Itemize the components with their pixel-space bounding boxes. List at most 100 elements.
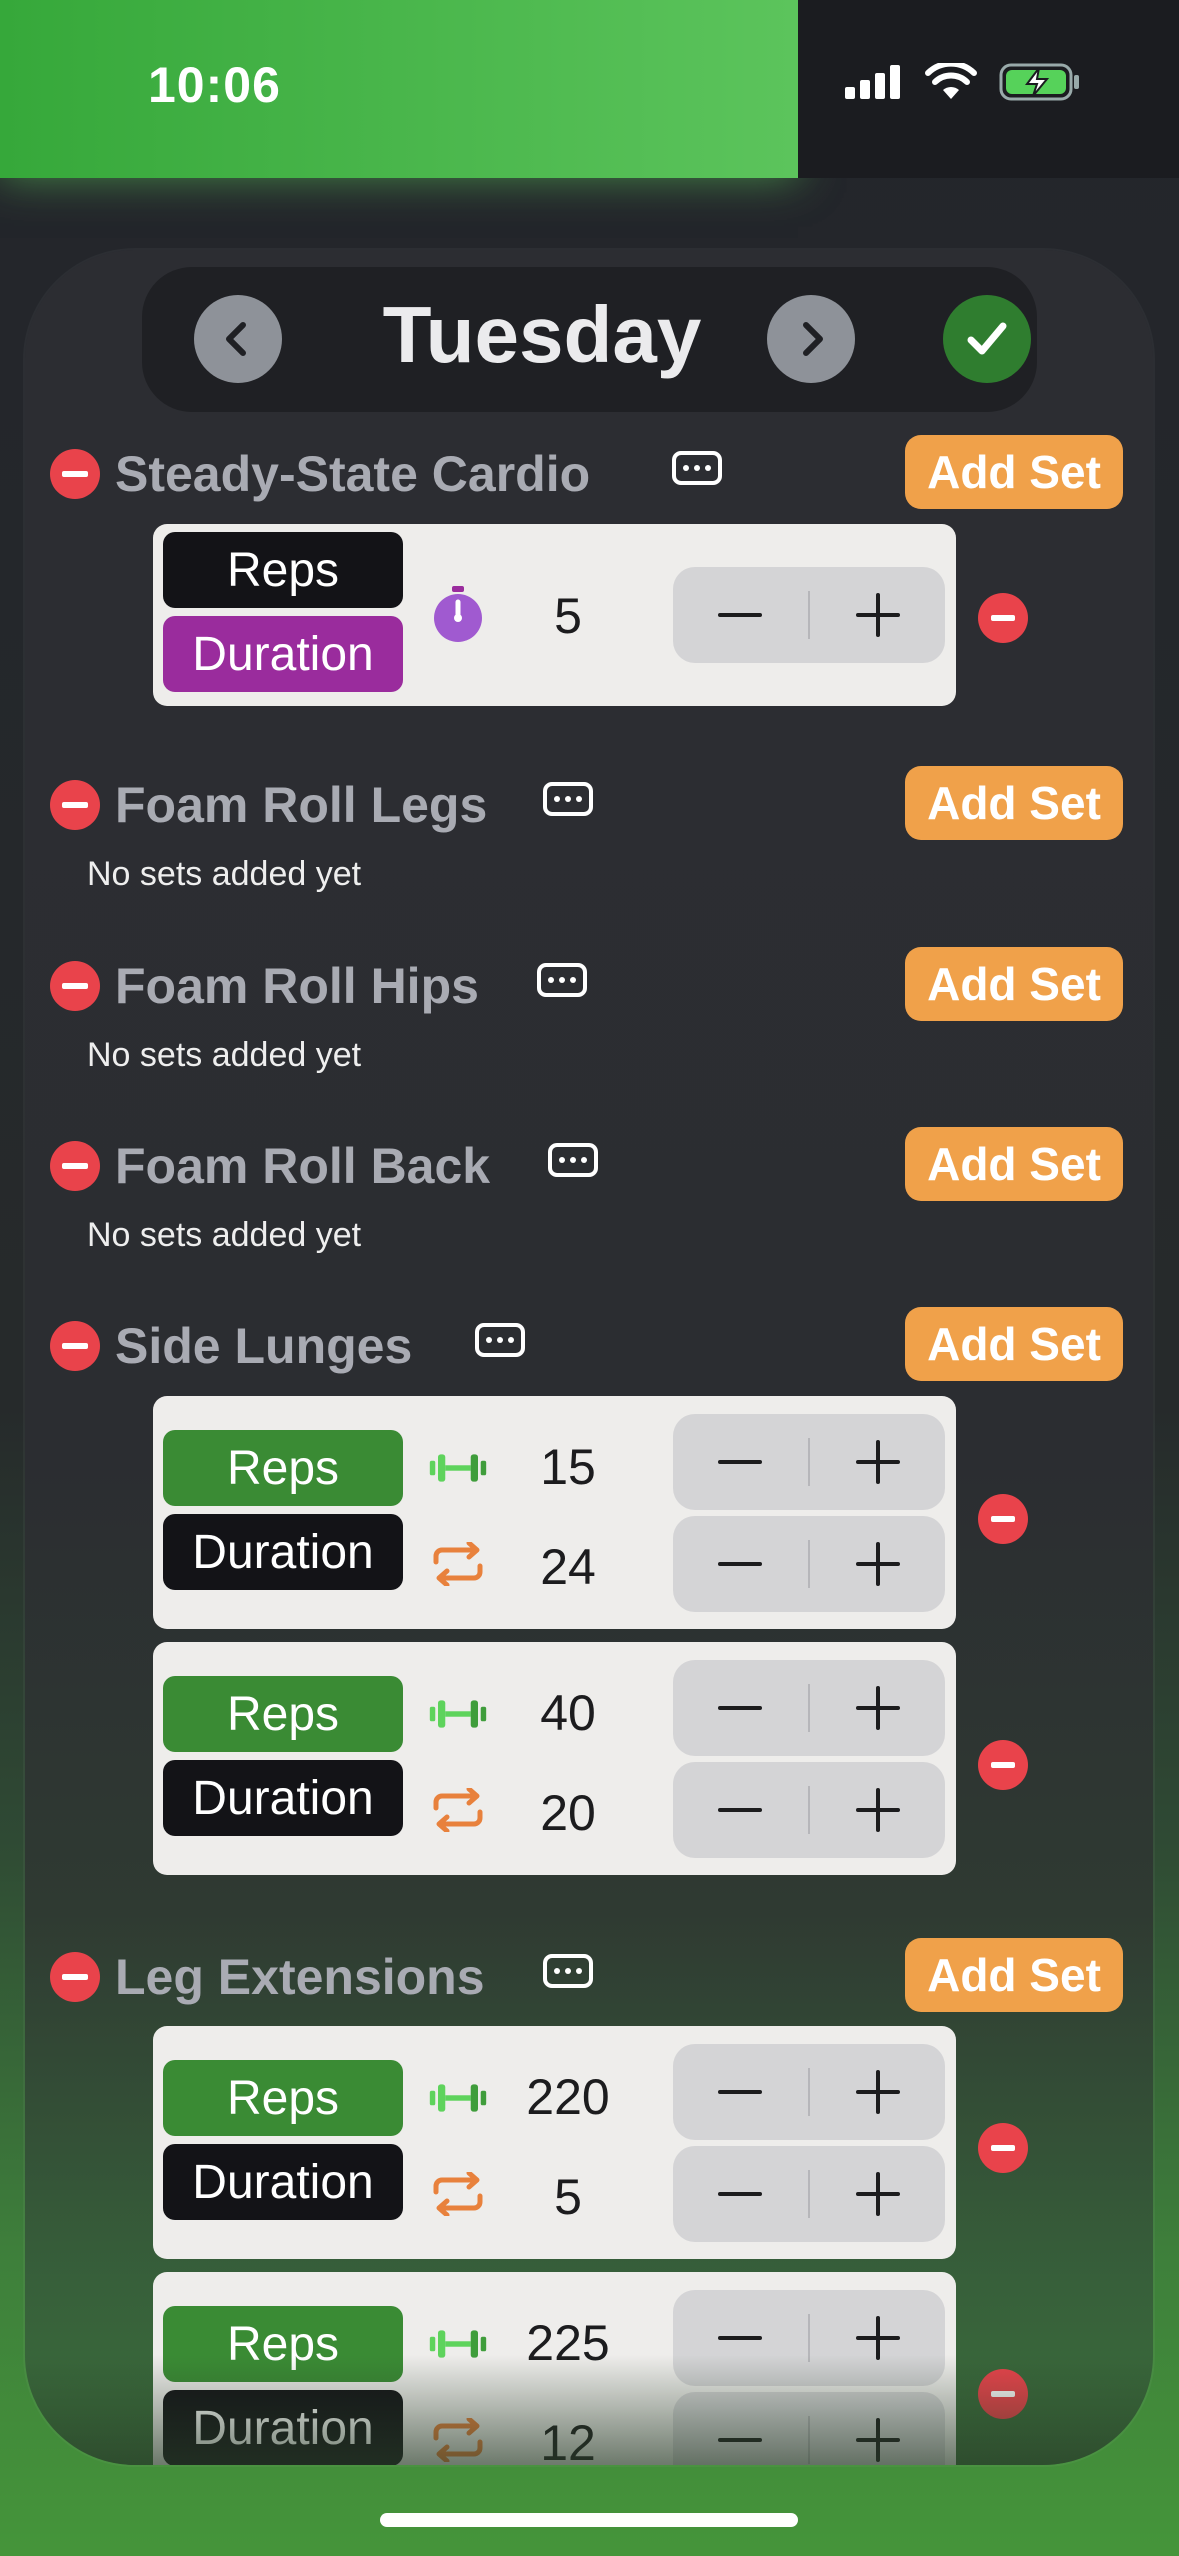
decrement-button[interactable]	[673, 1660, 807, 1756]
reps-toggle[interactable]: Reps	[163, 1676, 403, 1752]
next-day-button[interactable]	[767, 295, 855, 383]
plus-icon	[856, 2070, 900, 2114]
remove-set-button[interactable]	[978, 593, 1028, 643]
set-card: Reps Duration 15 24	[153, 1396, 956, 1629]
remove-exercise-button[interactable]	[50, 1141, 100, 1191]
duration-value: 24	[540, 1539, 596, 1595]
cellular-signal-icon	[845, 65, 900, 99]
reps-value: 15	[540, 1439, 596, 1495]
increment-button[interactable]	[811, 567, 945, 663]
increment-button[interactable]	[811, 2290, 945, 2386]
duration-toggle[interactable]: Duration	[163, 1514, 403, 1590]
increment-button[interactable]	[811, 1414, 945, 1510]
add-set-button[interactable]: Add Set	[905, 947, 1123, 1021]
increment-button[interactable]	[811, 2146, 945, 2242]
complete-day-button[interactable]	[943, 295, 1031, 383]
value-stepper	[673, 567, 945, 663]
remove-set-button[interactable]	[978, 1494, 1028, 1544]
increment-button[interactable]	[811, 1516, 945, 1612]
add-set-button[interactable]: Add Set	[905, 766, 1123, 840]
decrement-button[interactable]	[673, 1516, 807, 1612]
dumbbell-icon	[428, 1684, 488, 1744]
stepper-divider	[808, 1540, 810, 1588]
home-indicator[interactable]	[380, 2513, 798, 2527]
decrement-button[interactable]	[673, 1762, 807, 1858]
workout-card: Tuesday Steady-State Cardio Add Set Reps…	[25, 250, 1153, 2465]
plus-icon	[856, 2316, 900, 2360]
dumbbell-icon	[428, 1438, 488, 1498]
duration-toggle[interactable]: Duration	[163, 2390, 403, 2465]
set-value: 5	[554, 588, 582, 644]
more-options-icon[interactable]	[548, 1143, 598, 1177]
plus-icon	[856, 2172, 900, 2216]
minus-icon	[718, 613, 762, 617]
stepper-divider	[808, 2170, 810, 2218]
empty-sets-message: No sets added yet	[87, 1036, 362, 1074]
duration-value: 20	[540, 1785, 596, 1841]
decrement-button[interactable]	[673, 2290, 807, 2386]
plus-icon	[856, 1542, 900, 1586]
increment-button[interactable]	[811, 1660, 945, 1756]
chevron-left-icon	[226, 322, 246, 356]
exercise-name: Foam Roll Hips	[115, 958, 479, 1014]
duration-toggle[interactable]: Duration	[163, 2144, 403, 2220]
exercise-header: Foam Roll Hips Add Set	[25, 947, 1153, 1027]
reps-stepper	[673, 1660, 945, 1756]
more-options-icon[interactable]	[543, 782, 593, 816]
status-bar-highlight	[0, 0, 798, 178]
duration-stepper	[673, 2146, 945, 2242]
reps-toggle[interactable]: Reps	[163, 1430, 403, 1506]
exercise-header: Steady-State Cardio Add Set	[25, 435, 1153, 515]
decrement-button[interactable]	[673, 2392, 807, 2465]
reps-toggle[interactable]: Reps	[163, 2306, 403, 2382]
remove-exercise-button[interactable]	[50, 449, 100, 499]
duration-stepper	[673, 1516, 945, 1612]
exercise-header: Leg Extensions Add Set	[25, 1938, 1153, 2018]
add-set-button[interactable]: Add Set	[905, 1127, 1123, 1201]
decrement-button[interactable]	[673, 1414, 807, 1510]
more-options-icon[interactable]	[672, 451, 722, 485]
repeat-icon	[428, 2410, 488, 2465]
remove-exercise-button[interactable]	[50, 780, 100, 830]
add-set-button[interactable]: Add Set	[905, 1307, 1123, 1381]
exercise-name: Side Lunges	[115, 1318, 413, 1374]
remove-exercise-button[interactable]	[50, 1321, 100, 1371]
add-set-button[interactable]: Add Set	[905, 1938, 1123, 2012]
checkmark-icon	[967, 322, 1007, 355]
duration-toggle[interactable]: Duration	[163, 616, 403, 692]
more-options-icon[interactable]	[543, 1954, 593, 1988]
more-options-icon[interactable]	[537, 963, 587, 997]
remove-set-button[interactable]	[978, 2123, 1028, 2173]
remove-exercise-button[interactable]	[50, 961, 100, 1011]
decrement-button[interactable]	[673, 2146, 807, 2242]
increment-button[interactable]	[811, 2044, 945, 2140]
day-header: Tuesday	[142, 267, 1037, 412]
exercise-header: Foam Roll Back Add Set	[25, 1127, 1153, 1207]
more-options-icon[interactable]	[475, 1323, 525, 1357]
empty-sets-message: No sets added yet	[87, 855, 362, 893]
duration-toggle[interactable]: Duration	[163, 1760, 403, 1836]
reps-toggle[interactable]: Reps	[163, 532, 403, 608]
previous-day-button[interactable]	[194, 295, 282, 383]
remove-set-button[interactable]	[978, 1740, 1028, 1790]
duration-stepper	[673, 2392, 945, 2465]
add-set-button[interactable]: Add Set	[905, 435, 1123, 509]
stepper-divider	[808, 2416, 810, 2464]
stepper-divider	[808, 1684, 810, 1732]
reps-value: 225	[526, 2315, 610, 2371]
exercise-name: Foam Roll Legs	[115, 777, 488, 833]
minus-icon	[718, 2336, 762, 2340]
minus-icon	[718, 1808, 762, 1812]
increment-button[interactable]	[811, 2392, 945, 2465]
remove-exercise-button[interactable]	[50, 1952, 100, 2002]
remove-set-button[interactable]	[978, 2369, 1028, 2419]
duration-value: 5	[554, 2169, 582, 2225]
reps-toggle[interactable]: Reps	[163, 2060, 403, 2136]
decrement-button[interactable]	[673, 2044, 807, 2140]
exercise-name: Steady-State Cardio	[115, 446, 591, 502]
increment-button[interactable]	[811, 1762, 945, 1858]
exercise-name: Leg Extensions	[115, 1949, 485, 2005]
decrement-button[interactable]	[673, 567, 807, 663]
reps-stepper	[673, 2044, 945, 2140]
set-card: Reps Duration 225 12	[153, 2272, 956, 2465]
